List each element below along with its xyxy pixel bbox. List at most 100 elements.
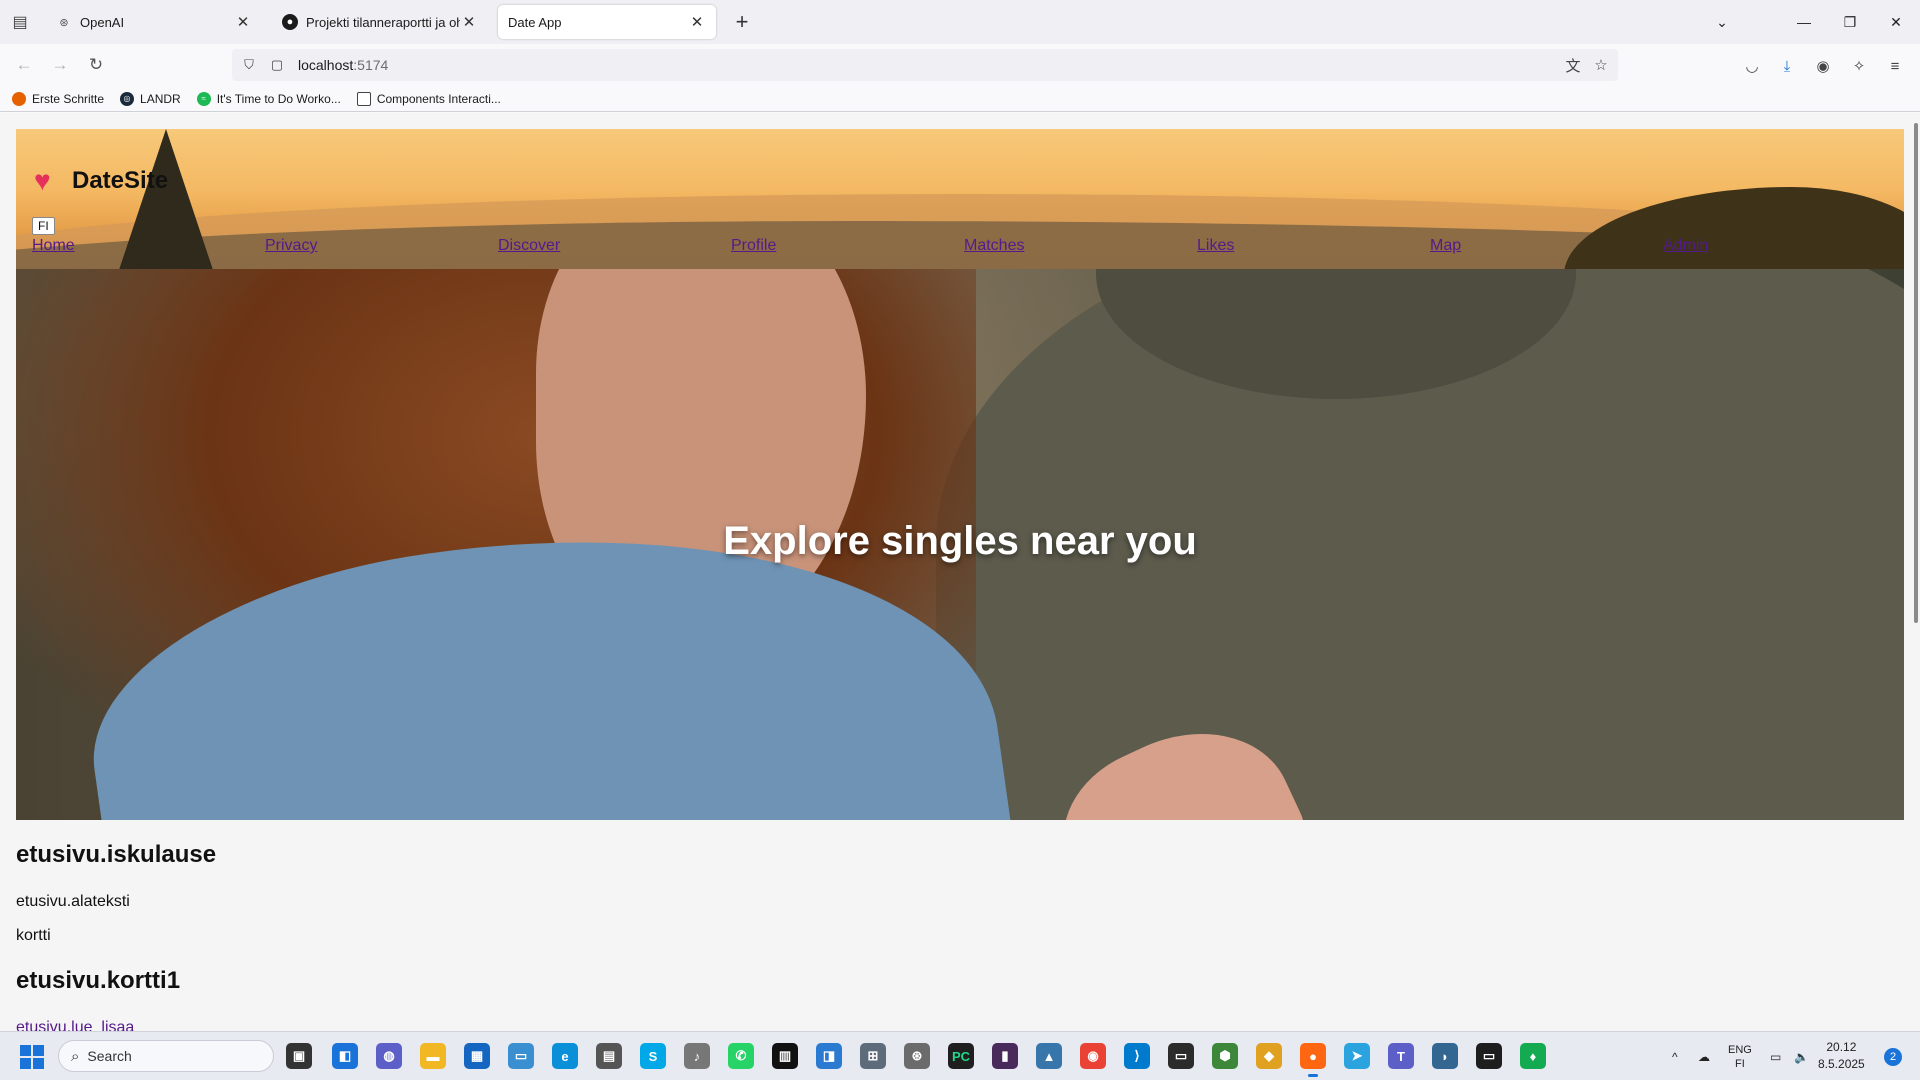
tab-openai[interactable]: ⊛ OpenAI ✕: [46, 5, 262, 39]
tab-close-icon[interactable]: ✕: [688, 13, 706, 31]
back-arrow-icon[interactable]: ←: [8, 51, 40, 79]
terminal-icon[interactable]: ▭: [1168, 1043, 1194, 1069]
bookmarks-bar: Erste Schritte ◎ LANDR ≈ It's Time to Do…: [0, 86, 1920, 112]
telegram-icon[interactable]: ➤: [1344, 1043, 1370, 1069]
url-text[interactable]: localhost:5174: [298, 57, 388, 73]
calculator-icon[interactable]: ▤: [596, 1043, 622, 1069]
bookmark-star-icon[interactable]: ☆: [1590, 54, 1612, 76]
address-bar[interactable]: ⛉ ▢ localhost:5174 文 ☆: [232, 49, 1618, 81]
postgresql-icon[interactable]: ◗: [1432, 1043, 1458, 1069]
ableton-live-icon[interactable]: ▥: [772, 1043, 798, 1069]
language-indicator[interactable]: ENG FI: [1728, 1032, 1752, 1080]
notification-badge[interactable]: 2: [1884, 1048, 1902, 1066]
bookmark-app-icon[interactable]: ◨: [816, 1043, 842, 1069]
tab-close-icon[interactable]: ✕: [234, 13, 252, 31]
bookmark-label: Erste Schritte: [32, 91, 105, 106]
teams-icon[interactable]: T: [1388, 1043, 1414, 1069]
close-window-icon[interactable]: ✕: [1874, 0, 1918, 44]
tab-close-icon[interactable]: ✕: [460, 13, 478, 31]
tab-date-app[interactable]: Date App ✕: [498, 5, 716, 39]
nav-link-matches[interactable]: Matches: [964, 237, 1024, 255]
widgets-icon[interactable]: ◧: [332, 1043, 358, 1069]
page-info-icon[interactable]: ▢: [266, 54, 288, 76]
bookmark-erste-schritte[interactable]: Erste Schritte: [12, 91, 105, 106]
hero-banner: Explore singles near you: [16, 269, 1904, 820]
microphone-icon[interactable]: ♪: [684, 1043, 710, 1069]
tab-list-icon[interactable]: ▤: [0, 0, 40, 44]
heart-icon: ♥: [34, 165, 51, 196]
github-favicon-icon: ●: [282, 14, 298, 30]
language-code: ENG: [1728, 1043, 1752, 1056]
new-tab-icon[interactable]: +: [728, 8, 756, 36]
downloads-icon[interactable]: ⤓: [1775, 54, 1799, 78]
ms-store-icon[interactable]: ▦: [464, 1043, 490, 1069]
url-host: localhost: [298, 57, 354, 73]
task-view-icon[interactable]: ▣: [286, 1043, 312, 1069]
chatgpt-icon[interactable]: ⊛: [904, 1043, 930, 1069]
nodejs-icon[interactable]: ⬢: [1212, 1043, 1238, 1069]
tray-chevron-icon[interactable]: ^: [1672, 1032, 1678, 1080]
extensions-icon[interactable]: ✧: [1847, 54, 1871, 78]
reload-icon[interactable]: ↻: [80, 51, 112, 79]
read-more-link[interactable]: etusivu.lue_lisaa: [16, 1019, 1904, 1031]
restore-icon[interactable]: ❐: [1828, 0, 1872, 44]
tab-bar: ▤ ⊛ OpenAI ✕ ● Projekti tilanneraportti …: [0, 0, 1920, 44]
site-header: ♥ DateSite FI Home Privacy Discover Prof…: [16, 129, 1904, 269]
skype-icon[interactable]: S: [640, 1043, 666, 1069]
bookmark-components[interactable]: Components Interacti...: [356, 91, 501, 106]
site-logo[interactable]: ♥ DateSite: [34, 167, 168, 195]
page-scrollbar[interactable]: [1914, 123, 1918, 623]
python-icon[interactable]: ▲: [1036, 1043, 1062, 1069]
tracking-shield-icon[interactable]: ⛉: [238, 54, 260, 76]
search-icon: ⌕: [71, 1047, 80, 1065]
nav-link-admin[interactable]: Admin: [1663, 237, 1708, 255]
onedrive-icon[interactable]: ☁: [1698, 1032, 1710, 1080]
pycharm-icon[interactable]: PC: [948, 1043, 974, 1069]
pocket-icon[interactable]: ◡: [1740, 54, 1764, 78]
mongodb-icon[interactable]: ♦: [1520, 1043, 1546, 1069]
card1-heading: etusivu.kortti1: [16, 967, 181, 994]
tab-projekti[interactable]: ● Projekti tilanneraportti ja ohjeet ✕: [272, 5, 488, 39]
url-port: :5174: [353, 57, 389, 73]
volume-icon[interactable]: 🔈: [1794, 1032, 1809, 1080]
chrome-icon[interactable]: ◉: [1080, 1043, 1106, 1069]
taskbar: ⌕ Search ▣ ◧ ◍ ▬ ▦ ▭ e ▤ S ♪ ✆ ▥ ◨ ⊞ ⊛ P…: [0, 1031, 1920, 1080]
windows-start-icon[interactable]: [20, 1045, 44, 1069]
cmd-icon[interactable]: ▭: [1476, 1043, 1502, 1069]
nav-link-map[interactable]: Map: [1430, 237, 1461, 255]
bookmark-landr[interactable]: ◎ LANDR: [120, 91, 181, 106]
page-viewport: ♥ DateSite FI Home Privacy Discover Prof…: [0, 113, 1920, 1031]
nav-link-likes[interactable]: Likes: [1197, 237, 1234, 255]
whatsapp-icon[interactable]: ✆: [728, 1043, 754, 1069]
minimize-icon[interactable]: —: [1782, 0, 1826, 44]
file-explorer-icon[interactable]: ▬: [420, 1043, 446, 1069]
clock-date: 8.5.2025: [1818, 1057, 1865, 1071]
visual-studio-icon[interactable]: ▮: [992, 1043, 1018, 1069]
network-icon[interactable]: ▭: [1770, 1032, 1781, 1080]
tab-title: Projekti tilanneraportti ja ohjeet: [306, 14, 460, 30]
nav-link-profile[interactable]: Profile: [731, 237, 776, 255]
account-icon[interactable]: ◉: [1811, 54, 1835, 78]
keyboard-layout: FI: [1735, 1057, 1745, 1070]
edge-icon[interactable]: e: [552, 1043, 578, 1069]
nav-link-discover[interactable]: Discover: [498, 237, 560, 255]
tab-overflow-chevron-icon[interactable]: ⌄: [1700, 0, 1744, 44]
tab-title: Date App: [508, 14, 562, 30]
remote-desktop-icon[interactable]: ▭: [508, 1043, 534, 1069]
nav-link-privacy[interactable]: Privacy: [265, 237, 317, 255]
firefox-taskbar-icon[interactable]: ●: [1300, 1043, 1326, 1077]
forward-arrow-icon[interactable]: →: [44, 51, 76, 79]
bookmark-workout[interactable]: ≈ It's Time to Do Worko...: [196, 91, 341, 106]
home-content: etusivu.iskulause etusivu.alateksti kort…: [16, 841, 1904, 1031]
git-icon[interactable]: ◆: [1256, 1043, 1282, 1069]
teams-chat-icon[interactable]: ◍: [376, 1043, 402, 1069]
nav-link-home[interactable]: Home: [32, 237, 75, 255]
vscode-icon[interactable]: ⟩: [1124, 1043, 1150, 1069]
subtext: etusivu.alateksti: [16, 893, 130, 910]
taskbar-search[interactable]: ⌕ Search: [58, 1040, 274, 1072]
menu-hamburger-icon[interactable]: ≡: [1883, 54, 1907, 78]
network-app-icon[interactable]: ⊞: [860, 1043, 886, 1069]
translate-icon[interactable]: 文: [1562, 54, 1584, 76]
taskbar-clock[interactable]: 20.12 8.5.2025: [1818, 1039, 1865, 1073]
language-toggle-button[interactable]: FI: [32, 217, 55, 235]
